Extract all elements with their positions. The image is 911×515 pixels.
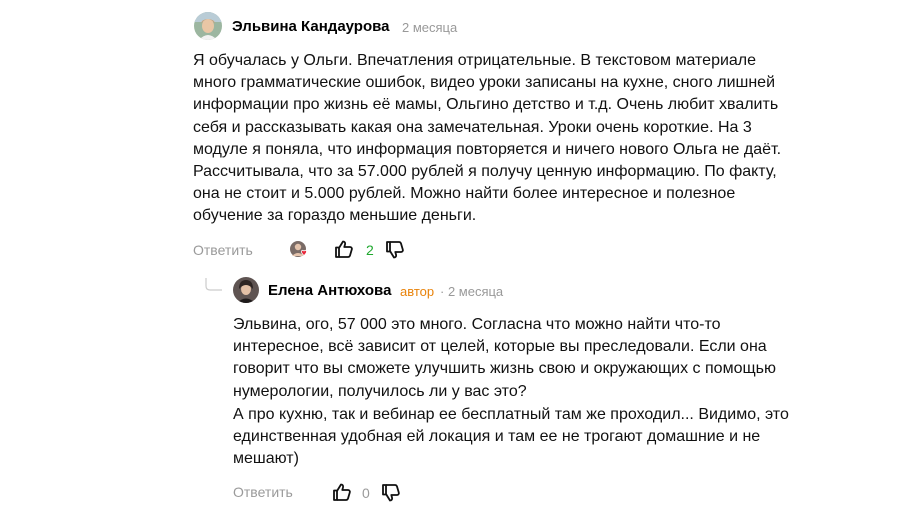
reply-author-name[interactable]: Елена Антюхова (268, 282, 391, 299)
thumbs-up-icon (335, 240, 353, 258)
reply-button[interactable]: Ответить (233, 484, 293, 500)
reply-thread-connector-icon (205, 278, 223, 292)
thumbs-down-icon (386, 241, 404, 259)
dislike-button[interactable] (385, 240, 405, 260)
reply-avatar-photo-icon (233, 277, 259, 303)
reply-paragraph: Эльвина, ого, 57 000 это много. Согласна… (233, 316, 776, 400)
user-avatar-photo-icon (194, 12, 222, 40)
like-count: 0 (362, 485, 370, 501)
like-button[interactable] (334, 239, 354, 259)
reply-timestamp: · 2 месяца (440, 284, 504, 299)
reply-paragraph: А про кухню, так и вебинар ее бесплатный… (233, 406, 789, 468)
like-button[interactable] (332, 482, 352, 502)
user-avatar[interactable] (194, 12, 222, 40)
comment-timestamp: 2 месяца (402, 20, 458, 35)
liked-by-author-icon (289, 240, 311, 260)
like-count: 2 (366, 242, 374, 258)
thumbs-down-icon (382, 484, 400, 502)
thumbs-up-icon (333, 483, 351, 501)
dislike-button[interactable] (381, 483, 401, 503)
reply-button[interactable]: Ответить (193, 242, 253, 258)
reply-author-avatar[interactable] (233, 277, 259, 303)
comment-author-name[interactable]: Эльвина Кандаурова (232, 18, 390, 35)
author-tag-badge: автор (400, 284, 435, 299)
comment-text: Я обучалась у Ольги. Впечатления отрицат… (193, 52, 782, 225)
